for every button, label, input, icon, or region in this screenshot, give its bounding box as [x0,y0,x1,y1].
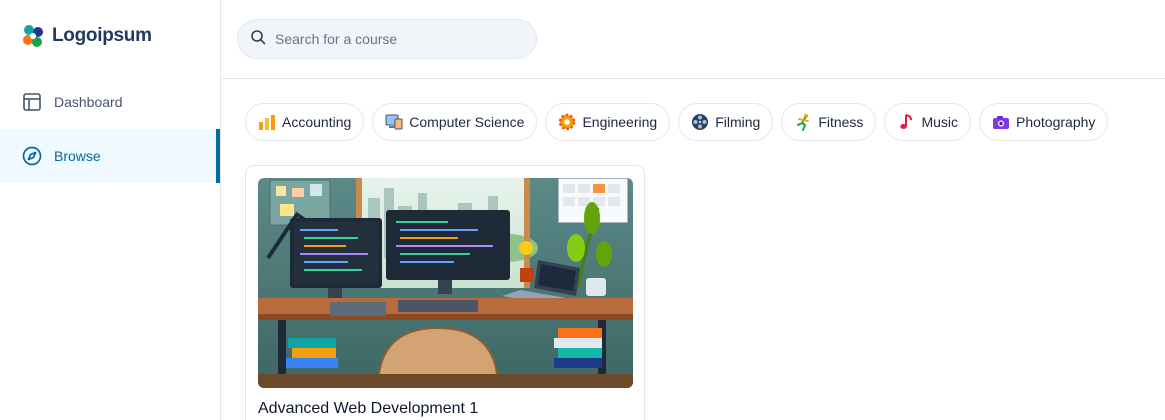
category-filter-bar: Accounting Computer Science Engineering [245,103,1109,141]
course-card[interactable]: Advanced Web Development 1 [245,165,645,420]
layout-icon [22,92,42,112]
category-label: Music [921,114,958,130]
category-chip-photography[interactable]: Photography [979,103,1109,141]
search-input[interactable] [275,31,515,47]
gear-icon [558,113,576,131]
desk-workspace-illustration [258,178,633,388]
category-label: Filming [715,114,761,130]
search-icon [250,29,266,50]
brand-name: Logoipsum [52,25,152,46]
bar-chart-icon [258,113,276,131]
sidebar-item-label: Browse [54,148,101,164]
logo-icon [23,25,43,47]
runner-icon [794,113,812,131]
category-chip-filming[interactable]: Filming [678,103,774,141]
category-label: Engineering [582,114,658,130]
course-thumbnail[interactable] [258,178,633,388]
camera-icon [992,113,1010,131]
computer-icon [385,113,403,131]
category-label: Fitness [818,114,864,130]
brand-logo[interactable]: Logoipsum [20,23,152,49]
music-note-icon [897,113,915,131]
sidebar: Logoipsum Dashboard Browse [0,0,221,420]
category-label: Photography [1016,114,1096,130]
category-chip-engineering[interactable]: Engineering [545,103,671,141]
film-reel-icon [691,113,709,131]
category-chip-accounting[interactable]: Accounting [245,103,365,141]
category-chip-music[interactable]: Music [884,103,971,141]
top-bar [221,0,1165,79]
sidebar-item-label: Dashboard [54,94,123,110]
course-title[interactable]: Advanced Web Development 1 [258,400,478,418]
sidebar-item-dashboard[interactable]: Dashboard [0,75,220,129]
category-label: Computer Science [409,114,525,130]
category-chip-computer-science[interactable]: Computer Science [372,103,538,141]
category-label: Accounting [282,114,352,130]
sidebar-item-browse[interactable]: Browse [0,129,220,183]
search-box[interactable] [237,19,537,59]
category-chip-fitness[interactable]: Fitness [781,103,877,141]
compass-icon [22,146,42,166]
